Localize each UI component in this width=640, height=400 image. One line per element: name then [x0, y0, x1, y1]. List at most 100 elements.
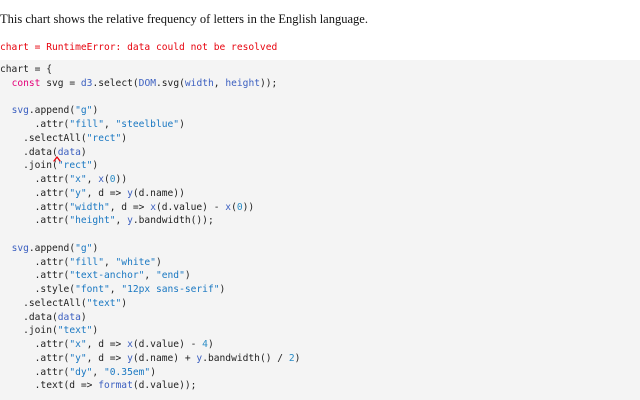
- code-token: .bandwidth());: [132, 215, 214, 227]
- code-token: ): [92, 242, 99, 254]
- code-token: )): [115, 174, 128, 185]
- code-token: (d.value) -: [155, 201, 226, 213]
- code-token: "text": [57, 325, 93, 337]
- code-token: height: [225, 77, 260, 89]
- code-token: DOM: [138, 77, 156, 89]
- code-line: .attr("height", y.bandwidth());: [0, 214, 640, 228]
- code-token: ): [294, 352, 301, 364]
- code-token: data: [57, 146, 81, 158]
- code-token: ,: [103, 256, 116, 268]
- code-token: "text-anchor": [69, 270, 145, 282]
- code-token: "fill": [69, 119, 104, 130]
- code-token: ,: [92, 366, 104, 378]
- code-token: ): [219, 284, 226, 295]
- notebook-page: This chart shows the relative frequency …: [0, 0, 640, 400]
- code-token: .attr(: [0, 201, 70, 213]
- code-token: svg: [11, 105, 29, 117]
- code-token: .join(: [0, 325, 58, 337]
- code-token: "y": [69, 352, 87, 364]
- code-token: .selectAll(: [0, 297, 87, 309]
- code-token: ,: [144, 270, 156, 282]
- code-token: .style(: [0, 284, 76, 295]
- code-token: "dy": [69, 366, 93, 378]
- code-token: d3: [80, 77, 93, 89]
- code-token: .attr(: [0, 119, 70, 130]
- code-token: ): [207, 339, 214, 350]
- code-line: .attr("fill", "steelblue"): [0, 118, 640, 132]
- code-token: .svg(: [156, 77, 185, 89]
- code-token: .attr(: [0, 187, 70, 199]
- code-token: .append(: [28, 242, 76, 254]
- code-token: "rect": [57, 160, 93, 172]
- code-token: "12px sans-serif": [121, 284, 220, 295]
- code-token: (d.name) +: [132, 352, 197, 364]
- code-token: format: [98, 380, 133, 392]
- code-token: ): [92, 325, 99, 337]
- error-message: chart = RuntimeError: data could not be …: [0, 42, 278, 53]
- code-line: .data(data): [0, 146, 640, 160]
- code-token: , d =>: [86, 187, 128, 199]
- intro-paragraph: This chart shows the relative frequency …: [0, 12, 368, 26]
- code-token: ): [179, 119, 185, 130]
- code-token: data: [57, 311, 81, 323]
- code-token: "rect": [86, 132, 122, 144]
- code-token: ,: [103, 119, 116, 130]
- code-token: "x": [69, 174, 87, 185]
- code-token: "steelblue": [115, 119, 180, 130]
- code-token: ): [155, 256, 162, 268]
- code-token: ));: [260, 77, 278, 89]
- code-token: .attr(: [0, 256, 70, 268]
- code-token: , d =>: [109, 201, 151, 213]
- code-token: "height": [69, 215, 116, 227]
- code-token: (d.name)): [132, 187, 185, 199]
- code-block[interactable]: chart = { const svg = d3.select(DOM.svg(…: [0, 60, 640, 400]
- code-token: "font": [75, 284, 110, 295]
- code-token: .data(: [0, 311, 58, 323]
- code-token: "text": [86, 297, 122, 309]
- code-token: .join(: [0, 160, 58, 172]
- code-line: svg.append("g"): [0, 242, 640, 256]
- code-line: .attr("fill", "white"): [0, 256, 640, 270]
- code-token: ): [80, 311, 87, 323]
- code-token: "fill": [69, 256, 104, 268]
- code-token: (d.value) -: [132, 339, 203, 350]
- code-token: "y": [69, 187, 87, 199]
- code-token: .attr(: [0, 270, 70, 282]
- code-line: .attr("width", d => x(d.value) - x(0)): [0, 201, 640, 215]
- code-token: "width": [69, 201, 110, 213]
- code-token: .selectAll(: [0, 132, 87, 144]
- code-token: .attr(: [0, 215, 70, 227]
- code-token: .attr(: [0, 366, 70, 378]
- code-line: .selectAll("text"): [0, 297, 640, 311]
- code-token: .attr(: [0, 352, 70, 364]
- code-line: chart = {: [0, 63, 640, 77]
- code-line: .attr("y", d => y(d.name) + y.bandwidth(…: [0, 352, 640, 366]
- code-line: .style("font", "12px sans-serif"): [0, 283, 640, 297]
- code-token: .append(: [28, 105, 76, 117]
- code-line: svg.append("g"): [0, 104, 640, 118]
- code-token: ): [150, 366, 156, 378]
- code-token: , d =>: [86, 339, 128, 350]
- code-token: (d.value));: [132, 380, 197, 392]
- code-line: .join("text"): [0, 324, 640, 338]
- code-token: ,: [115, 215, 128, 227]
- code-line: .join("rect"): [0, 159, 640, 173]
- code-token: ): [121, 297, 128, 309]
- code-token: width: [184, 77, 214, 89]
- code-token: ): [184, 270, 191, 282]
- code-token: , d =>: [86, 352, 128, 364]
- code-token: .select(: [92, 77, 139, 89]
- code-token: ): [121, 132, 128, 144]
- code-token: )): [242, 201, 255, 213]
- code-line: const svg = d3.select(DOM.svg(width, hei…: [0, 77, 640, 91]
- code-token: ,: [109, 284, 122, 295]
- code-token: "g": [75, 105, 93, 117]
- code-token: .text(d =>: [0, 380, 99, 392]
- code-token: "g": [75, 242, 93, 254]
- code-token: ,: [213, 77, 226, 89]
- code-token: ): [92, 160, 99, 172]
- code-token: .attr(: [0, 174, 70, 185]
- code-token: .bandwidth() /: [202, 352, 289, 364]
- code-token: svg: [11, 242, 29, 254]
